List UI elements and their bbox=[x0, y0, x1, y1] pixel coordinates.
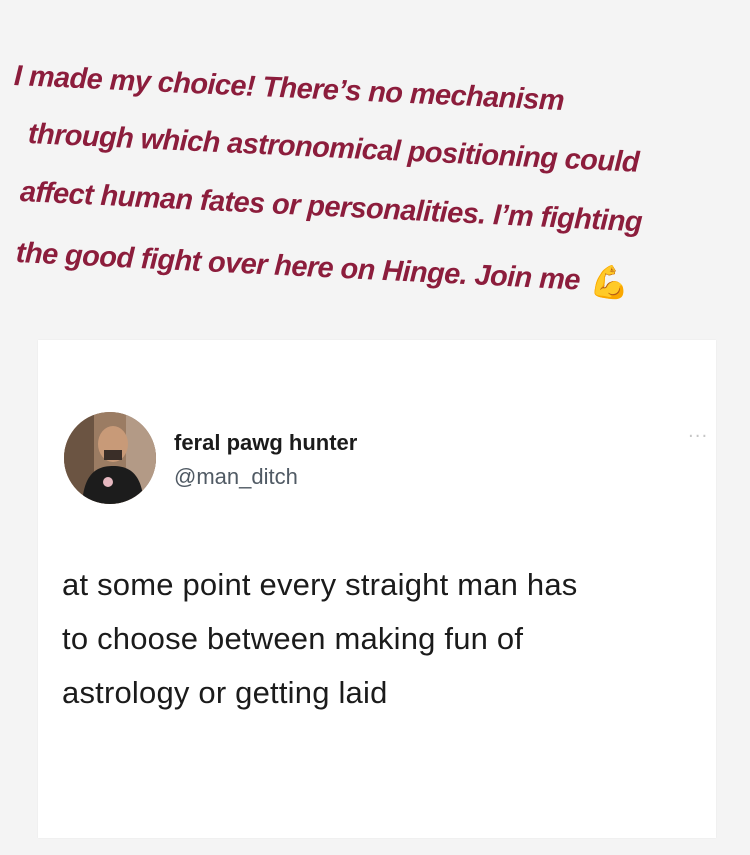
tweet-card: feral pawg hunter @man_ditch ··· at some… bbox=[38, 340, 716, 838]
avatar[interactable] bbox=[64, 412, 156, 504]
avatar-image bbox=[64, 412, 156, 504]
tweet-text-line: to choose between making fun of bbox=[62, 621, 524, 656]
tweet-text: at some point every straight man has to … bbox=[62, 558, 702, 720]
user-handle[interactable]: @man_ditch bbox=[174, 464, 298, 490]
caption-line-4: the good fight over here on Hinge. Join … bbox=[15, 237, 630, 301]
tweet-text-line: astrology or getting laid bbox=[62, 675, 388, 710]
flexed-biceps-icon: 💪 bbox=[588, 263, 630, 301]
caption-line-1: I made my choice! There’s no mechanism bbox=[13, 60, 565, 117]
more-options-icon[interactable]: ··· bbox=[688, 426, 708, 447]
display-name[interactable]: feral pawg hunter bbox=[174, 430, 357, 456]
tweet-text-line: at some point every straight man has bbox=[62, 567, 578, 602]
caption-line-2: through which astronomical positioning c… bbox=[27, 118, 640, 179]
caption-line-3: affect human fates or personalities. I’m… bbox=[19, 176, 643, 239]
